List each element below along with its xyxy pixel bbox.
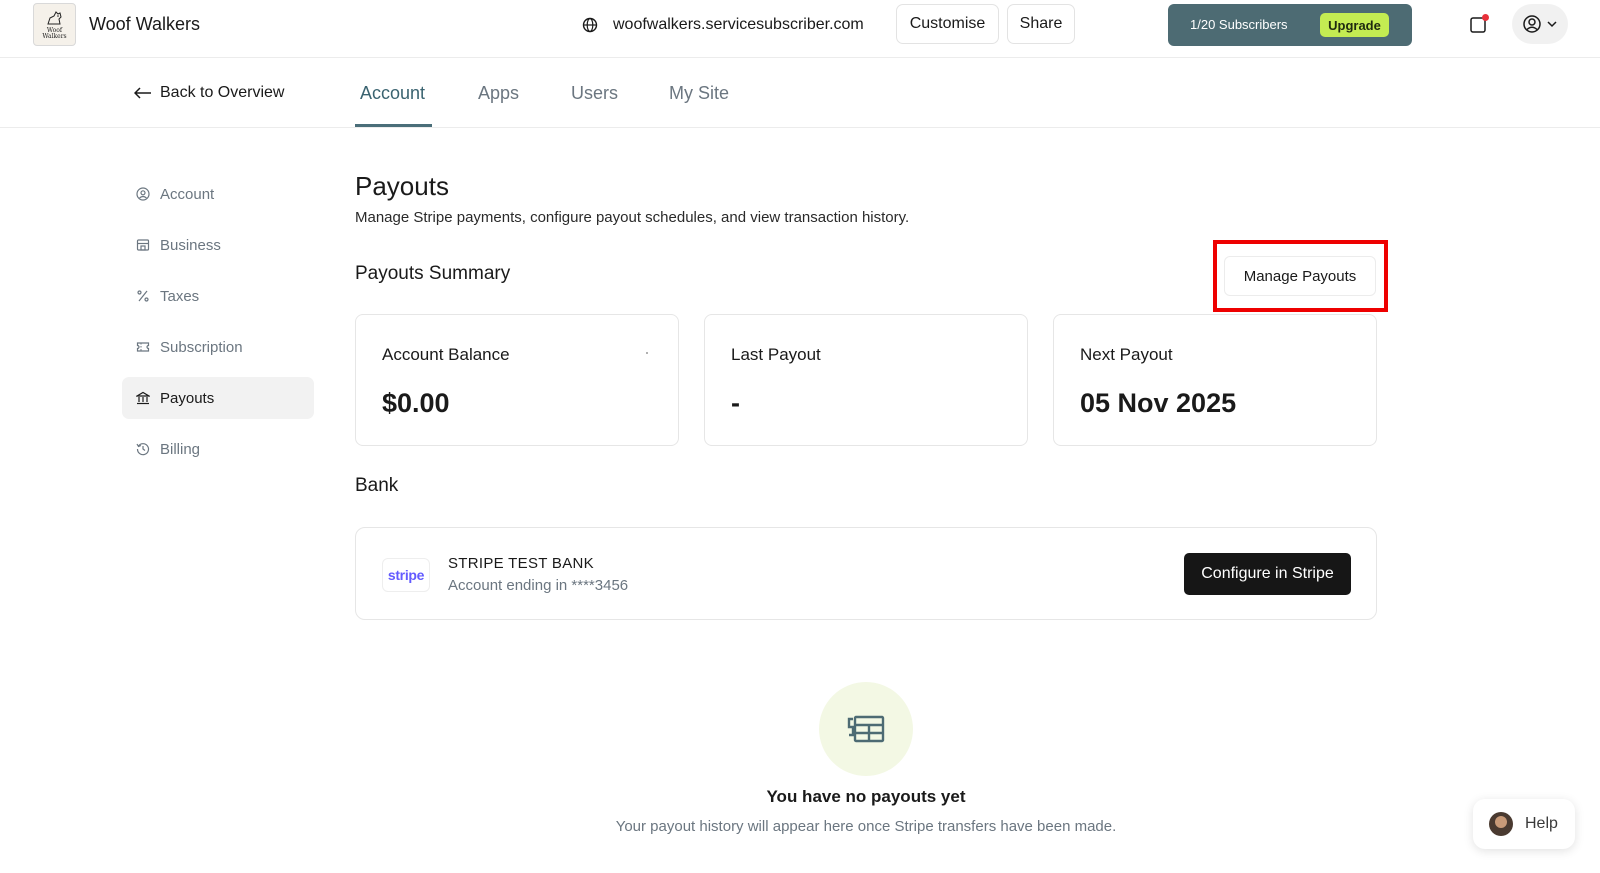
page-title: Payouts: [355, 171, 449, 201]
sidebar-item-label: Subscription: [160, 338, 243, 356]
bank-account-number: Account ending in ****3456: [448, 577, 629, 594]
site-domain-link[interactable]: woofwalkers.servicesubscriber.com: [613, 16, 864, 34]
globe-icon: [582, 17, 598, 33]
card-label: Last Payout: [731, 345, 821, 364]
next-payout-card: Next Payout 05 Nov 2025: [1053, 314, 1377, 446]
payouts-summary-heading: Payouts Summary: [355, 263, 511, 284]
manage-payouts-button[interactable]: Manage Payouts: [1224, 256, 1376, 296]
tab-my-site[interactable]: My Site: [669, 83, 729, 104]
subscribers-banner: 1/20 Subscribers Upgrade: [1168, 4, 1412, 46]
top-bar: Woof Walkers Woof Walkers woofwalkers.se…: [0, 0, 1600, 58]
tab-users[interactable]: Users: [571, 83, 618, 104]
sidebar-item-account[interactable]: Account: [122, 173, 314, 215]
sidebar-item-label: Account: [160, 185, 215, 203]
settings-tab-bar: Back to Overview Account Apps Users My S…: [0, 58, 1600, 128]
sidebar-item-label: Business: [160, 236, 221, 254]
percent-icon: [137, 290, 149, 302]
tab-apps[interactable]: Apps: [478, 83, 519, 104]
tab-account[interactable]: Account: [360, 83, 425, 104]
sidebar-item-billing[interactable]: Billing: [122, 428, 314, 470]
card-value: $0.00: [382, 388, 450, 418]
sidebar-item-payouts[interactable]: Payouts: [122, 377, 314, 419]
sidebar-item-business[interactable]: Business: [122, 224, 314, 266]
card-value: -: [731, 388, 740, 418]
subscribers-count: 1/20 Subscribers: [1190, 17, 1288, 32]
account-menu-button[interactable]: [1512, 4, 1568, 44]
account-balance-card: Account Balance $0.00: [355, 314, 679, 446]
customise-button[interactable]: Customise: [896, 4, 999, 44]
back-label: Back to Overview: [160, 84, 285, 101]
bank-heading: Bank: [355, 475, 399, 496]
sidebar-item-taxes[interactable]: Taxes: [122, 275, 314, 317]
empty-state-subtitle: Your payout history will appear here onc…: [615, 818, 1117, 835]
active-tab-indicator: [355, 124, 432, 127]
user-circle-icon: [136, 187, 150, 201]
business-logo[interactable]: Woof Walkers: [33, 3, 76, 46]
brand-name: Woof Walkers: [89, 14, 201, 34]
store-icon: [136, 239, 150, 251]
bank-icon: [136, 391, 150, 405]
empty-state-title: You have no payouts yet: [766, 787, 966, 806]
bank-name: STRIPE TEST BANK: [448, 555, 594, 572]
help-button[interactable]: Help: [1473, 799, 1575, 849]
sidebar-item-label: Billing: [160, 440, 201, 458]
configure-in-stripe-button[interactable]: Configure in Stripe: [1184, 553, 1351, 595]
arrow-left-icon: [134, 87, 151, 99]
card-label: Account Balance: [382, 345, 510, 364]
history-icon: [136, 443, 150, 456]
payout-receipt-icon: [847, 715, 885, 743]
card-label: Next Payout: [1080, 345, 1173, 364]
ticket-icon: [136, 342, 150, 352]
sidebar-item-subscription[interactable]: Subscription: [122, 326, 314, 368]
upgrade-button[interactable]: Upgrade: [1320, 13, 1389, 37]
stripe-logo: stripe: [382, 558, 430, 592]
logo-text: Woof Walkers: [42, 26, 67, 40]
share-button[interactable]: Share: [1007, 4, 1075, 44]
sidebar-item-label: Taxes: [160, 287, 200, 305]
empty-state-badge: [819, 682, 913, 776]
card-value: 05 Nov 2025: [1080, 388, 1237, 418]
dog-logo-icon: [46, 10, 62, 24]
chevron-down-icon: [1547, 21, 1557, 28]
help-label: Help: [1525, 815, 1558, 832]
card-indicator-dot: [646, 352, 648, 354]
notification-dot: [1482, 14, 1489, 21]
bank-account-card: stripe STRIPE TEST BANK Account ending i…: [355, 527, 1377, 620]
support-avatar: [1489, 812, 1513, 836]
page-description: Manage Stripe payments, configure payout…: [355, 209, 910, 226]
last-payout-card: Last Payout -: [704, 314, 1028, 446]
back-to-overview-link[interactable]: Back to Overview: [134, 84, 284, 102]
sidebar-item-label: Payouts: [160, 389, 215, 407]
user-circle-icon: [1523, 15, 1541, 33]
settings-sidebar: Account Business Taxes Subscription Payo…: [122, 173, 314, 479]
